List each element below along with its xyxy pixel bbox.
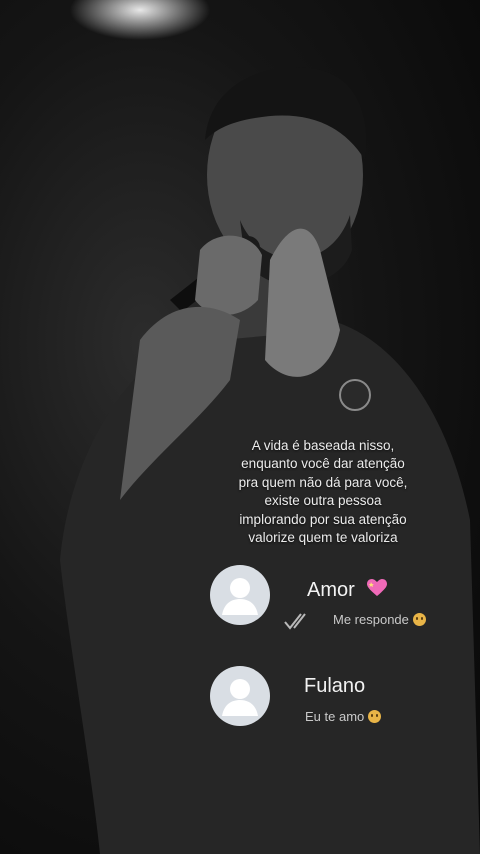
pleading-face-icon bbox=[412, 613, 426, 626]
caption-line: A vida é baseada nisso, bbox=[251, 438, 395, 453]
caption-line: existe outra pessoa bbox=[264, 493, 382, 509]
caption-line: enquanto você dar atenção bbox=[241, 456, 405, 472]
chat-name: Amor bbox=[307, 578, 388, 602]
sparkling-heart-icon bbox=[366, 578, 388, 598]
chat-name-label: Fulano bbox=[304, 675, 366, 697]
avatar[interactable] bbox=[210, 666, 270, 726]
chat-last-message: Eu te amo bbox=[305, 709, 382, 724]
caption-line: pra quem não dá para você, bbox=[238, 474, 408, 490]
default-avatar-icon bbox=[222, 578, 258, 615]
caption-text: A vida é baseada nisso, enquanto você da… bbox=[200, 437, 446, 547]
avatar[interactable] bbox=[210, 565, 270, 625]
chat-message-text: Eu te amo bbox=[305, 709, 365, 724]
double-check-icon bbox=[284, 613, 306, 630]
pleading-face-icon bbox=[368, 710, 382, 723]
caption-line: implorando por sua atenção bbox=[239, 511, 407, 527]
chat-last-message: Me responde bbox=[333, 612, 426, 627]
caption-line: valorize quem te valoriza bbox=[248, 530, 398, 546]
chat-name: Fulano bbox=[304, 675, 365, 698]
chat-message-text: Me responde bbox=[333, 612, 409, 627]
chat-name-label: Amor bbox=[307, 579, 355, 601]
default-avatar-icon bbox=[222, 679, 258, 716]
